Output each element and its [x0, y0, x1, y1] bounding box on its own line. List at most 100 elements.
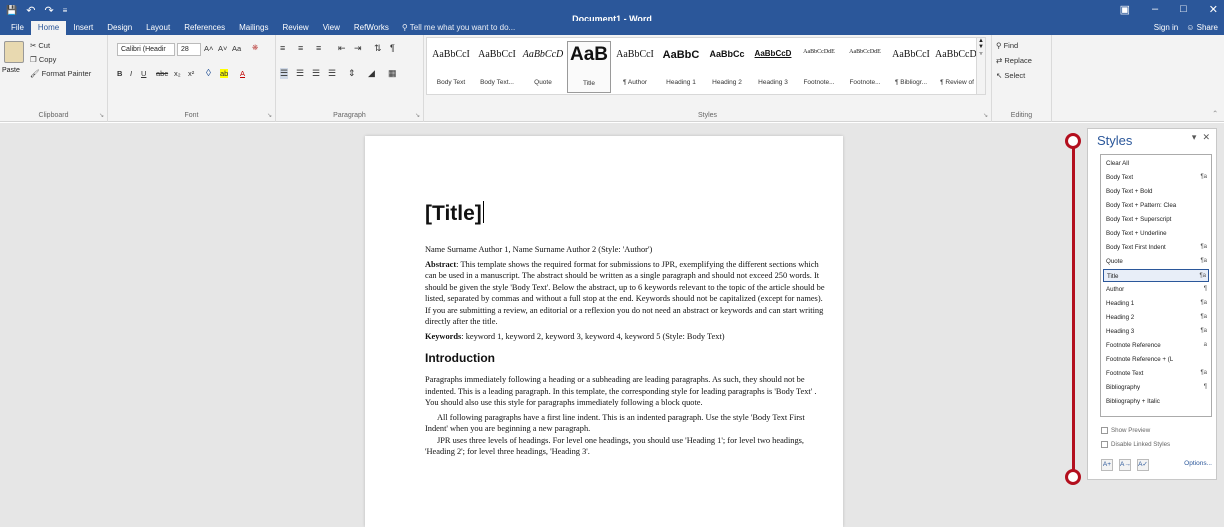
copy-button[interactable]: ❐ Copy [30, 55, 56, 64]
tab-references[interactable]: References [177, 21, 232, 35]
tab-review[interactable]: Review [275, 21, 315, 35]
style-list-item[interactable]: Footnote Reference + (L [1103, 353, 1209, 366]
style-list-item[interactable]: Body Text + Pattern: Clea [1103, 199, 1209, 212]
style-heading-3[interactable]: AaBbCcD Heading 3 [751, 41, 795, 93]
style-list-item[interactable]: Clear All [1103, 157, 1209, 170]
document-title[interactable]: [Title] [425, 200, 825, 228]
bold-button[interactable]: B [117, 69, 122, 78]
text-effects-icon[interactable]: ◊ [206, 68, 211, 79]
font-name-select[interactable]: Calibri (Headir [117, 43, 175, 56]
style-author[interactable]: AaBbCcI ¶ Author [613, 41, 657, 93]
paste-icon[interactable] [4, 41, 24, 63]
style-quote[interactable]: AaBbCcD Quote [521, 41, 565, 93]
indented-paragraph[interactable]: JPR uses three levels of headings. For l… [425, 435, 825, 458]
select-button[interactable]: ↖ Select [996, 71, 1025, 80]
tab-file[interactable]: File [4, 21, 31, 35]
font-size-select[interactable]: 28 [177, 43, 201, 56]
clear-formatting-icon[interactable]: ❋ [252, 43, 258, 52]
line-spacing-icon[interactable]: ⇕ [348, 68, 356, 79]
styles-launcher-icon[interactable]: ↘ [983, 112, 988, 119]
paste-button-label[interactable]: Paste [2, 67, 20, 74]
grow-font-button[interactable]: A˄ [204, 44, 213, 53]
style-list-item[interactable]: Heading 1 ¶a [1103, 297, 1209, 310]
ribbon-display-icon[interactable]: ▣ [1120, 3, 1130, 16]
style-list-item[interactable]: Footnote Text ¶a [1103, 367, 1209, 380]
paragraph-launcher-icon[interactable]: ↘ [415, 112, 420, 119]
italic-button[interactable]: I [130, 69, 132, 78]
multilevel-list-icon[interactable]: ≡ [316, 43, 321, 53]
style-heading-1[interactable]: AaBbC Heading 1 [659, 41, 703, 93]
style-list-item-selected[interactable]: Title ¶a [1103, 269, 1209, 282]
style-list-item[interactable]: Footnote Reference a [1103, 339, 1209, 352]
style-review-of[interactable]: AaBbCcDc ¶ Review of [935, 41, 979, 93]
document-page[interactable]: [Title] Name Surname Author 1, Name Surn… [365, 136, 843, 527]
style-title[interactable]: AaB Title [567, 41, 611, 93]
style-list-item[interactable]: Body Text First Indent ¶a [1103, 241, 1209, 254]
pane-close-icon[interactable]: ✕ [1202, 132, 1210, 143]
introduction-heading[interactable]: Introduction [425, 350, 825, 366]
superscript-button[interactable]: x² [188, 69, 194, 78]
style-bibliography[interactable]: AaBbCcI ¶ Bibliogr... [889, 41, 933, 93]
style-list-item[interactable]: Bibliography + Italic [1103, 395, 1209, 408]
align-left-icon[interactable]: ☰ [280, 68, 289, 79]
replace-button[interactable]: ⇄ Replace [996, 56, 1032, 65]
style-list-item[interactable]: Body Text ¶a [1103, 171, 1209, 184]
justify-icon[interactable]: ☰ [328, 68, 336, 79]
collapse-ribbon-icon[interactable]: ⌃ [1212, 109, 1218, 118]
tab-design[interactable]: Design [100, 21, 139, 35]
tab-mailings[interactable]: Mailings [232, 21, 275, 35]
keywords-paragraph[interactable]: Keywords: keyword 1, keyword 2, keyword … [425, 331, 825, 343]
change-case-button[interactable]: Aa [232, 44, 241, 53]
leading-paragraph[interactable]: Paragraphs immediately following a headi… [425, 374, 825, 409]
sign-in-link[interactable]: Sign in [1154, 21, 1178, 35]
style-list-item[interactable]: Heading 2 ¶a [1103, 311, 1209, 324]
tab-layout[interactable]: Layout [139, 21, 177, 35]
increase-indent-icon[interactable]: ⇥ [354, 43, 362, 54]
tab-view[interactable]: View [316, 21, 347, 35]
find-button[interactable]: ⚲ Find [996, 41, 1018, 50]
style-body-text[interactable]: AaBbCcI Body Text [429, 41, 473, 93]
manage-styles-button[interactable]: A✓ [1137, 459, 1149, 471]
align-right-icon[interactable]: ☰ [312, 68, 320, 79]
style-list-item[interactable]: Bibliography ¶ [1103, 381, 1209, 394]
format-painter-button[interactable]: 🖌 Format Painter [30, 69, 91, 78]
abstract-paragraph[interactable]: Abstract: This template shows the requir… [425, 259, 825, 328]
maximize-button[interactable]: □ [1180, 3, 1187, 16]
decrease-indent-icon[interactable]: ⇤ [338, 43, 346, 54]
shrink-font-button[interactable]: A˅ [218, 44, 227, 53]
tab-home[interactable]: Home [30, 21, 67, 35]
style-list-item[interactable]: Author ¶ [1103, 283, 1209, 296]
underline-button[interactable]: U [141, 69, 146, 78]
tab-refworks[interactable]: RefWorks [347, 21, 396, 35]
tell-me-box[interactable]: ⚲ Tell me what you want to do... [402, 21, 515, 35]
style-list-item[interactable]: Body Text + Superscript [1103, 213, 1209, 226]
bullets-icon[interactable]: ≡ [280, 43, 285, 53]
highlight-button[interactable]: ab [220, 69, 229, 78]
styles-options-link[interactable]: Options... [1184, 460, 1212, 467]
tab-insert[interactable]: Insert [66, 21, 100, 35]
shading-icon[interactable]: ◢ [368, 68, 375, 79]
styles-gallery-scroll[interactable]: ▲ ▼ ▿ [976, 37, 986, 95]
close-button[interactable]: ✕ [1209, 3, 1218, 16]
pane-options-icon[interactable]: ▾ [1192, 132, 1197, 143]
style-footnote-text[interactable]: AaBbCcDdE Footnote... [843, 41, 887, 93]
subscript-button[interactable]: x₂ [174, 69, 181, 78]
style-heading-2[interactable]: AaBbCc Heading 2 [705, 41, 749, 93]
numbering-icon[interactable]: ≡ [298, 43, 303, 53]
font-launcher-icon[interactable]: ↘ [267, 112, 272, 119]
style-footnote-reference[interactable]: AaBbCcDdE Footnote... [797, 41, 841, 93]
style-list-item[interactable]: Body Text + Underline [1103, 227, 1209, 240]
borders-icon[interactable]: ▦ [388, 68, 397, 79]
cut-button[interactable]: ✂ Cut [30, 41, 50, 50]
style-list-item[interactable]: Heading 3 ¶a [1103, 325, 1209, 338]
style-list-item[interactable]: Quote ¶a [1103, 255, 1209, 268]
minimize-button[interactable]: – [1152, 3, 1158, 16]
authors-line[interactable]: Name Surname Author 1, Name Surname Auth… [425, 244, 825, 256]
style-inspector-button[interactable]: A→ [1119, 459, 1131, 471]
share-button[interactable]: ☺ Share [1186, 21, 1218, 35]
show-preview-checkbox[interactable]: Show Preview [1101, 427, 1150, 434]
style-body-text-2[interactable]: AaBbCcI Body Text... [475, 41, 519, 93]
style-list-item[interactable]: Body Text + Bold [1103, 185, 1209, 198]
sort-icon[interactable]: ⇅ [374, 43, 382, 54]
indented-paragraph[interactable]: All following paragraphs have a first li… [425, 412, 825, 435]
